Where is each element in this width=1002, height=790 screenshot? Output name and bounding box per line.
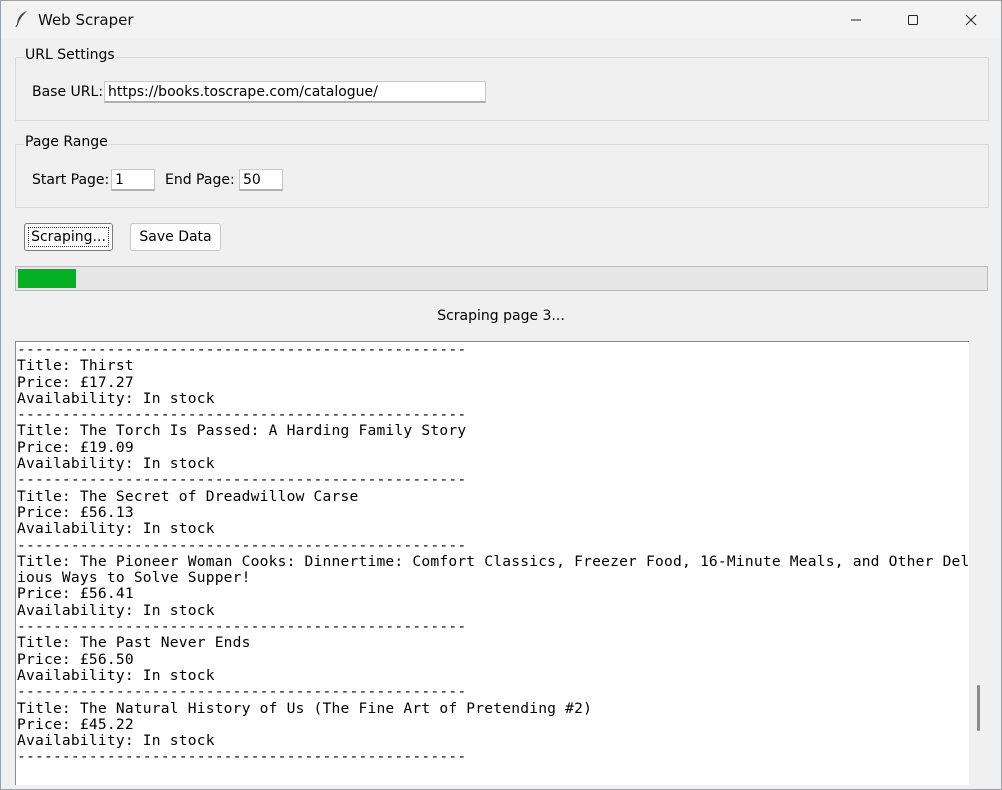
log-line: ----------------------------------------… xyxy=(17,536,467,554)
log-line: Title: The Pioneer Woman Cooks: Dinnerti… xyxy=(17,552,969,570)
close-icon xyxy=(965,14,977,26)
scrape-button[interactable]: Scraping... xyxy=(24,223,113,251)
log-line: Price: £56.13 xyxy=(17,503,134,521)
log-line: Title: The Secret of Dreadwillow Carse xyxy=(17,487,359,505)
end-page-label: End Page: xyxy=(165,172,235,188)
log-line: Availability: In stock xyxy=(17,666,215,684)
focus-ring xyxy=(28,227,109,247)
log-line: Title: The Torch Is Passed: A Harding Fa… xyxy=(17,422,467,440)
feather-icon xyxy=(14,10,30,28)
minimize-icon xyxy=(851,19,861,21)
save-data-button-label: Save Data xyxy=(139,229,212,245)
log-line: Price: £19.09 xyxy=(17,438,134,456)
log-line: Availability: In stock xyxy=(17,601,215,619)
url-settings-label: URL Settings xyxy=(24,47,116,63)
start-page-label: Start Page: xyxy=(32,172,110,188)
vertical-scrollbar[interactable] xyxy=(969,341,989,785)
save-data-button[interactable]: Save Data xyxy=(130,223,221,251)
log-line: Price: £56.50 xyxy=(17,650,134,668)
base-url-input[interactable] xyxy=(104,81,486,103)
log-line: ----------------------------------------… xyxy=(17,341,467,358)
page-range-label: Page Range xyxy=(24,134,109,150)
app-window: Web Scraper URL Settings Base URL: Page … xyxy=(0,0,1002,790)
log-line: Title: Thirst xyxy=(17,357,134,375)
start-page-input[interactable] xyxy=(111,169,155,191)
log-line: Availability: In stock xyxy=(17,732,215,750)
output-log: ----------------------------------------… xyxy=(16,342,969,766)
log-line: Price: £17.27 xyxy=(17,373,134,391)
maximize-icon xyxy=(908,15,918,25)
log-line: ----------------------------------------… xyxy=(17,406,467,424)
title-bar[interactable]: Web Scraper xyxy=(1,1,1001,39)
close-button[interactable] xyxy=(942,1,1000,39)
log-line: Availability: In stock xyxy=(17,520,215,538)
log-line: ----------------------------------------… xyxy=(17,471,467,489)
log-line: Title: The Past Never Ends xyxy=(17,634,251,652)
output-text-area[interactable]: ----------------------------------------… xyxy=(15,341,969,785)
window-title: Web Scraper xyxy=(38,11,134,29)
log-line: ----------------------------------------… xyxy=(17,683,467,701)
status-text: Scraping page 3... xyxy=(437,308,565,324)
log-line: ----------------------------------------… xyxy=(17,618,467,636)
progress-fill xyxy=(18,269,76,288)
maximize-button[interactable] xyxy=(884,1,942,39)
log-line: Price: £45.22 xyxy=(17,715,134,733)
log-line: Availability: In stock xyxy=(17,389,215,407)
progress-bar xyxy=(15,266,988,291)
log-line: Title: The Natural History of Us (The Fi… xyxy=(17,699,593,717)
log-line: ----------------------------------------… xyxy=(17,748,467,766)
log-line: Availability: In stock xyxy=(17,455,215,473)
scrollbar-thumb[interactable] xyxy=(977,685,980,731)
page-range-group xyxy=(15,144,989,208)
end-page-input[interactable] xyxy=(239,169,283,191)
log-line: Price: £56.41 xyxy=(17,585,134,603)
log-line: ious Ways to Solve Supper! xyxy=(17,569,251,587)
base-url-label: Base URL: xyxy=(32,84,104,100)
minimize-button[interactable] xyxy=(827,1,885,39)
